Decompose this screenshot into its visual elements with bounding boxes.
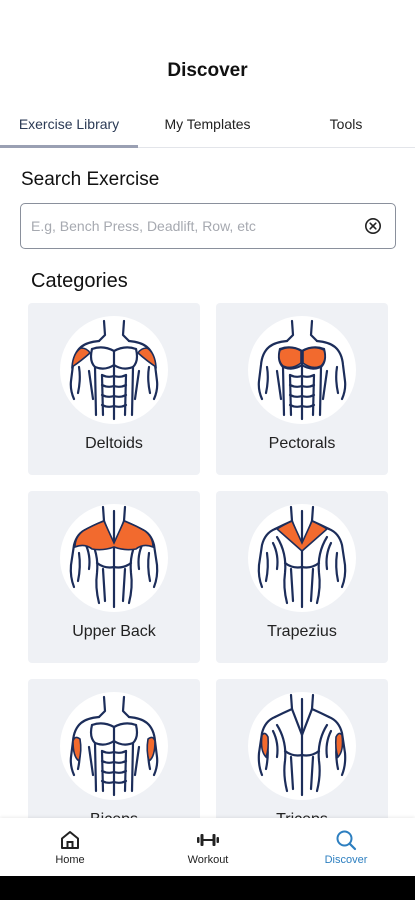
- category-card-trapezius[interactable]: Trapezius: [216, 491, 388, 663]
- search-box: [20, 203, 396, 249]
- category-card-pectorals[interactable]: Pectorals: [216, 303, 388, 475]
- category-label: Trapezius: [267, 623, 337, 640]
- categories-title: Categories: [31, 270, 128, 292]
- nav-workout-label: Workout: [187, 854, 229, 866]
- search-icon: [336, 830, 357, 851]
- clear-circle-icon[interactable]: [364, 217, 382, 235]
- home-icon: [61, 831, 79, 849]
- active-tab-indicator: [0, 145, 138, 148]
- bottom-nav: Home Workout Discover: [0, 818, 415, 876]
- nav-home-label: Home: [55, 854, 85, 866]
- tab-bar: Exercise Library My Templates Tools: [0, 110, 415, 148]
- category-card-deltoids[interactable]: Deltoids: [28, 303, 200, 475]
- deltoids-figure-icon: [59, 315, 169, 425]
- biceps-figure-icon: [59, 691, 169, 801]
- triceps-figure-icon: [247, 691, 357, 801]
- tab-exercise-library[interactable]: Exercise Library: [0, 110, 138, 148]
- nav-discover[interactable]: Discover: [296, 818, 396, 876]
- upper-back-figure-icon: [59, 503, 169, 613]
- page-title: Discover: [167, 60, 248, 81]
- tab-my-templates[interactable]: My Templates: [138, 110, 277, 148]
- search-label: Search Exercise: [21, 169, 160, 190]
- search-input[interactable]: [31, 204, 351, 247]
- nav-discover-label: Discover: [324, 854, 368, 866]
- system-navigation-bar: [0, 876, 415, 900]
- category-label: Pectorals: [268, 435, 336, 452]
- category-label: Upper Back: [72, 623, 156, 640]
- header: Discover: [0, 0, 415, 110]
- category-label: Deltoids: [85, 435, 143, 452]
- dumbbell-icon: [197, 834, 219, 846]
- pectorals-figure-icon: [247, 315, 357, 425]
- nav-workout[interactable]: Workout: [158, 818, 258, 876]
- tab-tools[interactable]: Tools: [277, 110, 415, 148]
- trapezius-figure-icon: [247, 503, 357, 613]
- category-card-upper-back[interactable]: Upper Back: [28, 491, 200, 663]
- nav-home[interactable]: Home: [20, 818, 120, 876]
